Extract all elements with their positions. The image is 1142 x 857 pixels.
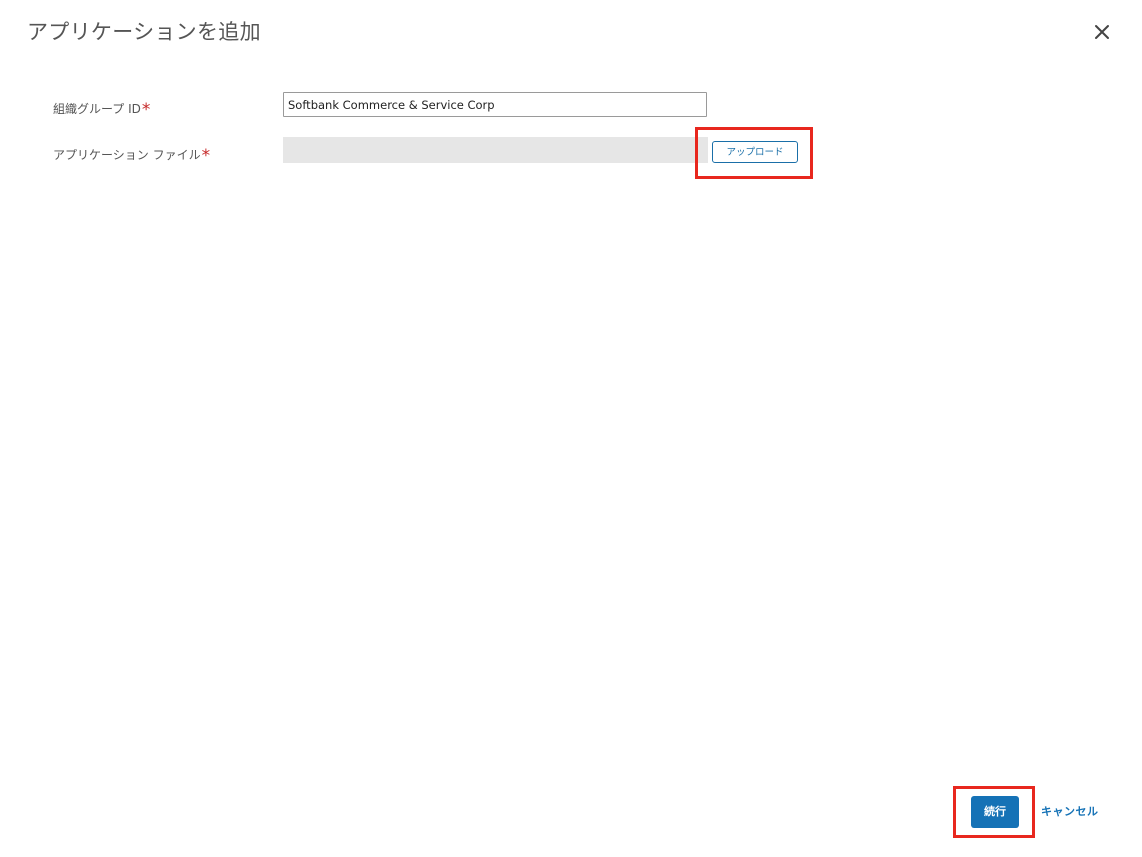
org-group-label-text: 組織グループ ID <box>53 102 141 116</box>
continue-button[interactable]: 続行 <box>971 796 1019 828</box>
add-application-dialog: アプリケーションを追加 組織グループ ID* アプリケーション ファイル* アッ… <box>0 0 1142 857</box>
required-mark: * <box>201 146 211 166</box>
cancel-link[interactable]: キャンセル <box>1041 803 1099 819</box>
org-group-label: 組織グループ ID* <box>53 98 151 120</box>
upload-button[interactable]: アップロード <box>712 141 798 163</box>
org-group-id-input[interactable] <box>283 92 707 117</box>
required-mark: * <box>141 100 151 120</box>
close-button[interactable] <box>1090 20 1114 44</box>
close-icon <box>1095 25 1109 39</box>
app-file-field <box>283 137 708 163</box>
app-file-label: アプリケーション ファイル* <box>53 144 211 166</box>
app-file-label-text: アプリケーション ファイル <box>53 148 201 162</box>
dialog-title: アプリケーションを追加 <box>27 20 261 44</box>
